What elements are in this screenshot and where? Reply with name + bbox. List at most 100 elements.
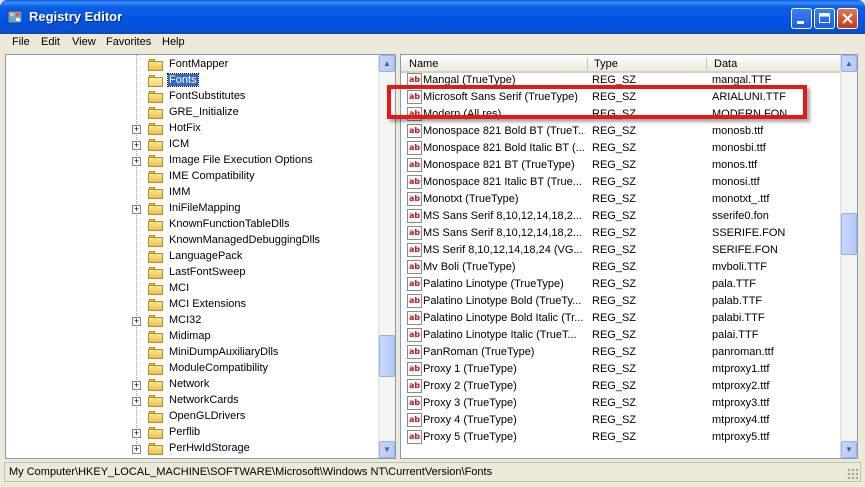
value-data: monotxt_.ttf	[712, 193, 770, 205]
value-name: Mv Boli (TrueType)	[423, 261, 516, 273]
scroll-up-button[interactable]: ▲	[379, 55, 395, 72]
list-item[interactable]: ab Monospace 821 Bold BT (TrueT... REG_SZ m…	[401, 123, 841, 140]
tree-item[interactable]: LanguagePack	[6, 249, 381, 265]
menu-file[interactable]: File	[12, 36, 30, 48]
tree-item[interactable]: Midimap	[6, 329, 381, 345]
tree-item[interactable]: Fonts	[6, 73, 381, 89]
minimize-button[interactable]	[791, 8, 812, 29]
menu-edit[interactable]: Edit	[41, 36, 60, 48]
expand-plus-icon[interactable]: +	[132, 205, 141, 214]
title-bar[interactable]: Registry Editor	[0, 0, 865, 34]
minimize-icon	[797, 21, 804, 24]
tree-item[interactable]: MCI Extensions	[6, 297, 381, 313]
scroll-up-button[interactable]: ▲	[841, 55, 857, 72]
list-item[interactable]: ab Proxy 4 (TrueType) REG_SZ mtproxy4.ttf	[401, 412, 841, 429]
list-item[interactable]: ab Proxy 2 (TrueType) REG_SZ mtproxy2.ttf	[401, 378, 841, 395]
value-type: REG_SZ	[592, 278, 637, 290]
value-data: pala.TTF	[712, 278, 757, 290]
list-item[interactable]: ab Proxy 3 (TrueType) REG_SZ mtproxy3.ttf	[401, 395, 841, 412]
tree-item[interactable]: IMM	[6, 185, 381, 201]
list-item[interactable]: ab Proxy 5 (TrueType) REG_SZ mtproxy5.ttf	[401, 429, 841, 446]
folder-icon	[148, 347, 164, 359]
folder-icon	[148, 203, 164, 215]
value-name: Proxy 3 (TrueType)	[423, 397, 517, 409]
column-header-name[interactable]: Name	[409, 58, 438, 70]
expand-plus-icon[interactable]: +	[132, 445, 141, 454]
tree-item[interactable]: KnownManagedDebuggingDlls	[6, 233, 381, 249]
folder-icon	[148, 331, 164, 343]
list-item[interactable]: ab PanRoman (TrueType) REG_SZ panroman.ttf	[401, 344, 841, 361]
window-title: Registry Editor	[29, 9, 123, 24]
list-item[interactable]: ab MS Sans Serif 8,10,12,14,18,2... REG_SZ…	[401, 208, 841, 225]
column-divider[interactable]	[587, 58, 588, 70]
tree-item[interactable]: + Perflib	[6, 425, 381, 441]
list-item[interactable]: ab Palatino Linotype Bold Italic (Tr... RE…	[401, 310, 841, 327]
registry-tree[interactable]: FontMapper Fonts FontSubstitutes GRE_Initia…	[5, 54, 396, 459]
list-item[interactable]: ab Mv Boli (TrueType) REG_SZ mvboli.TTF	[401, 259, 841, 276]
tree-item[interactable]: KnownFunctionTableDlls	[6, 217, 381, 233]
list-item[interactable]: ab Palatino Linotype Bold (TrueTy... REG_S…	[401, 293, 841, 310]
value-data: palab.TTF	[712, 295, 763, 307]
scroll-thumb[interactable]	[379, 335, 395, 377]
tree-item[interactable]: FontMapper	[6, 57, 381, 73]
tree-item[interactable]: + PerHwIdStorage	[6, 441, 381, 457]
list-item[interactable]: ab Monospace 821 Bold Italic BT (... REG_S…	[401, 140, 841, 157]
scroll-thumb[interactable]	[841, 213, 857, 255]
column-header-type[interactable]: Type	[594, 58, 618, 70]
folder-icon	[148, 251, 164, 263]
menu-view[interactable]: View	[72, 36, 96, 48]
close-button[interactable]	[837, 8, 858, 29]
tree-item[interactable]: + MCI32	[6, 313, 381, 329]
expand-plus-icon[interactable]: +	[132, 429, 141, 438]
scroll-down-button[interactable]: ▼	[841, 441, 857, 458]
value-name: Palatino Linotype Italic (TrueT...	[423, 329, 577, 341]
value-data: sserife0.fon	[712, 210, 769, 222]
menu-favorites[interactable]: Favorites	[106, 36, 151, 48]
tree-item[interactable]: ModuleCompatibility	[6, 361, 381, 377]
column-header-data[interactable]: Data	[714, 58, 737, 70]
tree-item[interactable]: + IniFileMapping	[6, 201, 381, 217]
list-item[interactable]: ab Monospace 821 Italic BT (True... REG_SZ…	[401, 174, 841, 191]
string-value-icon: ab	[407, 175, 422, 189]
tree-item[interactable]: FontSubstitutes	[6, 89, 381, 105]
tree-item[interactable]: OpenGLDrivers	[6, 409, 381, 425]
tree-item[interactable]: + ICM	[6, 137, 381, 153]
column-divider[interactable]	[706, 58, 707, 70]
tree-item[interactable]: + Image File Execution Options	[6, 153, 381, 169]
list-item[interactable]: ab Monotxt (TrueType) REG_SZ monotxt_.ttf	[401, 191, 841, 208]
tree-item[interactable]: + HotFix	[6, 121, 381, 137]
expand-plus-icon[interactable]: +	[132, 397, 141, 406]
tree-item-label: KnownFunctionTableDlls	[169, 218, 290, 230]
list-item[interactable]: ab Monospace 821 BT (TrueType) REG_SZ monos…	[401, 157, 841, 174]
tree-item[interactable]: GRE_Initialize	[6, 105, 381, 121]
tree-item-label: FontMapper	[169, 58, 229, 70]
expand-plus-icon[interactable]: +	[132, 381, 141, 390]
scroll-down-button[interactable]: ▼	[379, 441, 395, 458]
tree-item[interactable]: + Network	[6, 377, 381, 393]
tree-item[interactable]: MCI	[6, 281, 381, 297]
string-value-icon: ab	[407, 294, 422, 308]
tree-item[interactable]: IME Compatibility	[6, 169, 381, 185]
list-item[interactable]: ab MS Sans Serif 8,10,12,14,18,2... REG_SZ…	[401, 225, 841, 242]
list-item[interactable]: ab Palatino Linotype (TrueType) REG_SZ pala…	[401, 276, 841, 293]
tree-item-label: Perflib	[169, 426, 201, 438]
list-item[interactable]: ab MS Serif 8,10,12,14,18,24 (VG... REG_SZ…	[401, 242, 841, 259]
tree-item-label: MCI	[169, 282, 190, 294]
expand-plus-icon[interactable]: +	[132, 141, 141, 150]
list-item[interactable]: ab Proxy 1 (TrueType) REG_SZ mtproxy1.ttf	[401, 361, 841, 378]
string-value-icon: ab	[407, 328, 422, 342]
expand-plus-icon[interactable]: +	[132, 317, 141, 326]
resize-grip-icon[interactable]	[847, 468, 858, 479]
maximize-button[interactable]	[814, 8, 835, 29]
expand-plus-icon[interactable]: +	[132, 125, 141, 134]
list-scrollbar[interactable]: ▲ ▼	[840, 55, 857, 458]
tree-item-label: NetworkCards	[169, 394, 239, 406]
menu-help[interactable]: Help	[162, 36, 185, 48]
list-item[interactable]: ab Palatino Linotype Italic (TrueT... REG_…	[401, 327, 841, 344]
tree-item[interactable]: LastFontSweep	[6, 265, 381, 281]
folder-icon	[148, 139, 164, 151]
value-type: REG_SZ	[592, 210, 637, 222]
expand-plus-icon[interactable]: +	[132, 157, 141, 166]
tree-item[interactable]: MiniDumpAuxiliaryDlls	[6, 345, 381, 361]
tree-item[interactable]: + NetworkCards	[6, 393, 381, 409]
